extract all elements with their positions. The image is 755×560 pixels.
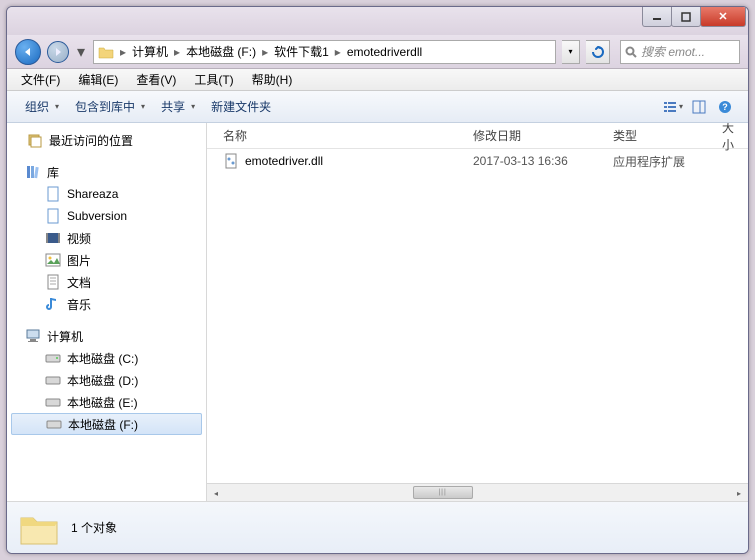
column-date[interactable]: 修改日期 <box>467 127 607 144</box>
navigation-tree[interactable]: 最近访问的位置 库 Shareaza Subversion 视频 图片 文档 音… <box>7 123 207 501</box>
tree-label: 本地磁盘 (F:) <box>68 416 138 433</box>
tree-drive-d[interactable]: 本地磁盘 (D:) <box>7 369 206 391</box>
breadcrumb[interactable]: 软件下载1 <box>270 43 333 60</box>
menu-edit[interactable]: 编辑(E) <box>70 69 126 90</box>
content-area: 最近访问的位置 库 Shareaza Subversion 视频 图片 文档 音… <box>7 123 748 501</box>
tree-label: 库 <box>47 164 59 181</box>
scroll-left-arrow[interactable]: ◂ <box>207 484 225 501</box>
tree-drive-c[interactable]: 本地磁盘 (C:) <box>7 347 206 369</box>
include-in-library-button[interactable]: 包含到库中 <box>67 94 153 119</box>
help-button[interactable]: ? <box>712 96 738 118</box>
folder-icon <box>98 45 114 59</box>
tree-label: 音乐 <box>67 296 91 313</box>
breadcrumb[interactable]: 计算机 <box>128 43 172 60</box>
breadcrumb-sep: ▸ <box>118 45 128 59</box>
scroll-thumb[interactable]: ||| <box>413 486 473 499</box>
picture-icon <box>45 252 61 268</box>
document-icon <box>45 274 61 290</box>
scroll-right-arrow[interactable]: ▸ <box>730 484 748 501</box>
music-icon <box>45 296 61 312</box>
preview-pane-button[interactable] <box>686 96 712 118</box>
drive-icon <box>45 350 61 366</box>
tree-lib-pictures[interactable]: 图片 <box>7 249 206 271</box>
tree-label: 文档 <box>67 274 91 291</box>
svg-text:?: ? <box>722 102 728 112</box>
folder-icon <box>19 510 59 546</box>
titlebar: ✕ <box>7 7 748 35</box>
file-date: 2017-03-13 16:36 <box>467 154 607 168</box>
drive-icon <box>45 394 61 410</box>
horizontal-scrollbar[interactable]: ◂ ||| ▸ <box>207 483 748 501</box>
organize-button[interactable]: 组织 <box>17 94 67 119</box>
menu-tools[interactable]: 工具(T) <box>186 69 241 90</box>
tree-lib-documents[interactable]: 文档 <box>7 271 206 293</box>
libraries-icon <box>25 164 41 180</box>
details-pane: 1 个对象 <box>7 501 748 553</box>
view-options-button[interactable] <box>660 96 686 118</box>
file-icon <box>45 186 61 202</box>
search-placeholder: 搜索 emot... <box>641 43 705 60</box>
minimize-button[interactable] <box>642 7 672 27</box>
breadcrumb-sep: ▸ <box>333 45 343 59</box>
navigation-bar: ▾ ▸ 计算机 ▸ 本地磁盘 (F:) ▸ 软件下载1 ▸ emotedrive… <box>7 35 748 69</box>
tree-label: 本地磁盘 (C:) <box>67 350 138 367</box>
explorer-window: ✕ ▾ ▸ 计算机 ▸ 本地磁盘 (F:) ▸ 软件下载1 ▸ emotedri… <box>6 6 749 554</box>
breadcrumb-sep: ▸ <box>172 45 182 59</box>
menu-help[interactable]: 帮助(H) <box>244 69 301 90</box>
forward-button[interactable] <box>47 41 69 63</box>
file-type: 应用程序扩展 <box>607 153 707 170</box>
history-dropdown[interactable]: ▾ <box>75 42 87 62</box>
drive-icon <box>45 372 61 388</box>
tree-label: Subversion <box>67 209 127 223</box>
tree-label: 最近访问的位置 <box>49 132 133 149</box>
new-folder-button[interactable]: 新建文件夹 <box>203 94 279 119</box>
dll-icon <box>223 153 239 169</box>
file-icon <box>45 208 61 224</box>
breadcrumb-sep: ▸ <box>260 45 270 59</box>
window-controls: ✕ <box>643 7 746 27</box>
back-button[interactable] <box>15 39 41 65</box>
tree-label: 视频 <box>67 230 91 247</box>
search-icon <box>625 46 637 58</box>
tree-label: 本地磁盘 (E:) <box>67 394 138 411</box>
menu-view[interactable]: 查看(V) <box>128 69 184 90</box>
tree-lib-subversion[interactable]: Subversion <box>7 205 206 227</box>
file-row[interactable]: emotedriver.dll 2017-03-13 16:36 应用程序扩展 <box>207 149 748 173</box>
tree-libraries[interactable]: 库 <box>7 161 206 183</box>
video-icon <box>45 230 61 246</box>
address-bar[interactable]: ▸ 计算机 ▸ 本地磁盘 (F:) ▸ 软件下载1 ▸ emotedriverd… <box>93 40 556 64</box>
share-button[interactable]: 共享 <box>153 94 203 119</box>
column-headers: 名称 修改日期 类型 大小 <box>207 123 748 149</box>
breadcrumb[interactable]: emotedriverdll <box>343 45 426 59</box>
address-dropdown[interactable]: ▾ <box>562 40 580 64</box>
breadcrumb[interactable]: 本地磁盘 (F:) <box>182 43 260 60</box>
tree-label: 本地磁盘 (D:) <box>67 372 138 389</box>
tree-drive-f[interactable]: 本地磁盘 (F:) <box>11 413 202 435</box>
tree-computer[interactable]: 计算机 <box>7 325 206 347</box>
menu-bar: 文件(F) 编辑(E) 查看(V) 工具(T) 帮助(H) <box>7 69 748 91</box>
tree-label: 图片 <box>67 252 91 269</box>
search-input[interactable]: 搜索 emot... <box>620 40 740 64</box>
recent-icon <box>27 132 43 148</box>
maximize-button[interactable] <box>671 7 701 27</box>
column-type[interactable]: 类型 <box>607 127 707 144</box>
menu-file[interactable]: 文件(F) <box>13 69 68 90</box>
column-name[interactable]: 名称 <box>217 127 467 144</box>
tree-label: 计算机 <box>47 328 83 345</box>
file-name: emotedriver.dll <box>245 154 323 168</box>
command-bar: 组织 包含到库中 共享 新建文件夹 ? <box>7 91 748 123</box>
computer-icon <box>25 328 41 344</box>
drive-icon <box>46 416 62 432</box>
tree-lib-music[interactable]: 音乐 <box>7 293 206 315</box>
refresh-button[interactable] <box>586 40 610 64</box>
tree-lib-shareaza[interactable]: Shareaza <box>7 183 206 205</box>
file-list[interactable]: emotedriver.dll 2017-03-13 16:36 应用程序扩展 <box>207 149 748 483</box>
tree-label: Shareaza <box>67 187 118 201</box>
tree-drive-e[interactable]: 本地磁盘 (E:) <box>7 391 206 413</box>
status-text: 1 个对象 <box>71 519 117 536</box>
file-list-pane: 名称 修改日期 类型 大小 emotedriver.dll 2017-03-13… <box>207 123 748 501</box>
tree-lib-video[interactable]: 视频 <box>7 227 206 249</box>
tree-recent[interactable]: 最近访问的位置 <box>7 129 206 151</box>
close-button[interactable]: ✕ <box>700 7 746 27</box>
